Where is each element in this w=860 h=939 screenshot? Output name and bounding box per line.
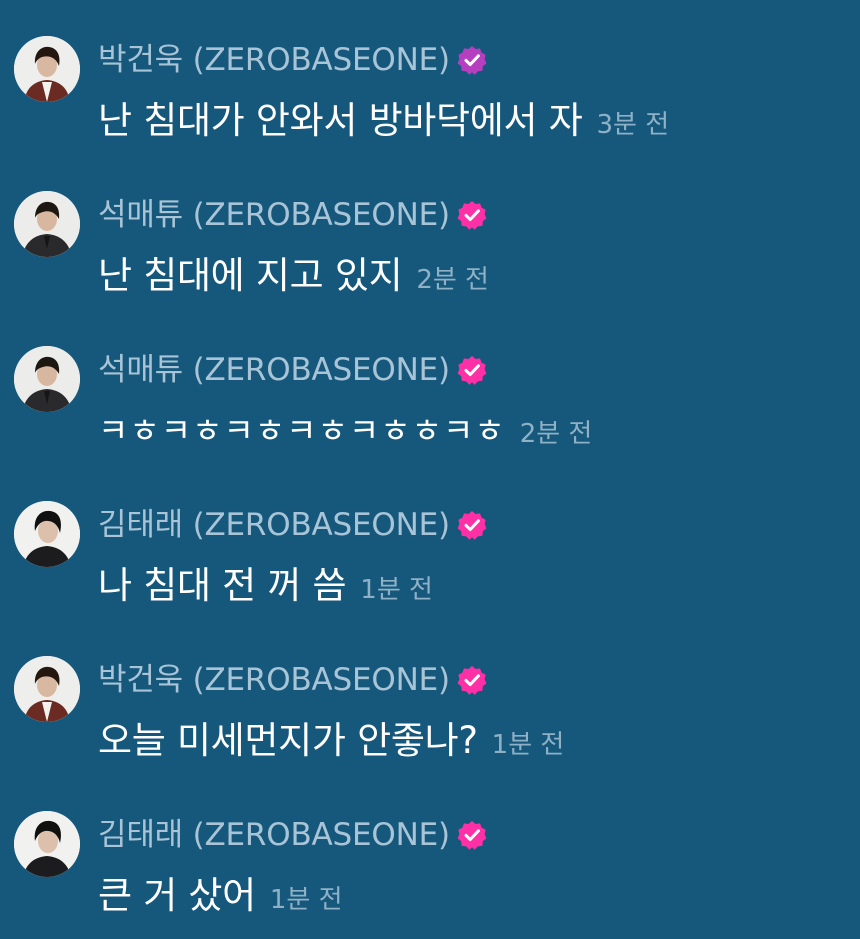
- avatar[interactable]: [14, 346, 80, 412]
- message-text: 나 침대 전 꺼 씀: [98, 564, 347, 607]
- avatar-photo-icon: [14, 36, 80, 102]
- chat-message: 박건욱 (ZEROBASEONE) 난 침대가 안와서 방바닥에서 자 3분 전: [0, 0, 860, 142]
- verified-badge-icon: [456, 819, 488, 851]
- chat-message: 석매튜 (ZEROBASEONE) ㅋㅎㅋㅎㅋㅎㅋㅎㅋㅎㅎㅋㅎ 2분 전: [0, 310, 860, 450]
- chat-message: 석매튜 (ZEROBASEONE) 난 침대에 지고 있지 2분 전: [0, 155, 860, 297]
- message-timestamp: 1분 전: [491, 730, 565, 760]
- verified-badge-icon: [456, 509, 488, 541]
- avatar-photo-icon: [14, 656, 80, 722]
- avatar[interactable]: [14, 811, 80, 877]
- message-timestamp: 1분 전: [269, 885, 343, 915]
- avatar[interactable]: [14, 656, 80, 722]
- message-timestamp: 1분 전: [360, 575, 433, 605]
- chat-message: 김태래 (ZEROBASEONE) 나 침대 전 꺼 씀 1분 전: [0, 465, 860, 607]
- sender-name[interactable]: 석매튜 (ZEROBASEONE): [98, 348, 450, 392]
- avatar-photo-icon: [14, 346, 80, 412]
- avatar-photo-icon: [14, 811, 80, 877]
- message-text: 난 침대에 지고 있지: [98, 254, 403, 297]
- avatar-photo-icon: [14, 191, 80, 257]
- chat-message-list: 박건욱 (ZEROBASEONE) 난 침대가 안와서 방바닥에서 자 3분 전: [0, 0, 860, 939]
- sender-name[interactable]: 김태래 (ZEROBASEONE): [98, 503, 450, 547]
- message-text: 오늘 미세먼지가 안좋나?: [98, 719, 478, 762]
- chat-message: 박건욱 (ZEROBASEONE) 오늘 미세먼지가 안좋나? 1분 전: [0, 620, 860, 762]
- avatar[interactable]: [14, 36, 80, 102]
- message-text: 난 침대가 안와서 방바닥에서 자: [98, 99, 583, 142]
- message-timestamp: 3분 전: [596, 110, 670, 140]
- message-timestamp: 2분 전: [416, 265, 489, 295]
- message-text: ㅋㅎㅋㅎㅋㅎㅋㅎㅋㅎㅎㅋㅎ: [98, 411, 506, 450]
- avatar-photo-icon: [14, 501, 80, 567]
- verified-badge-icon: [456, 664, 488, 696]
- avatar[interactable]: [14, 501, 80, 567]
- avatar[interactable]: [14, 191, 80, 257]
- sender-name[interactable]: 박건욱 (ZEROBASEONE): [98, 38, 450, 82]
- sender-name[interactable]: 석매튜 (ZEROBASEONE): [98, 193, 450, 237]
- sender-name[interactable]: 박건욱 (ZEROBASEONE): [98, 658, 450, 702]
- chat-message: 김태래 (ZEROBASEONE) 큰 거 샀어 1분 전: [0, 775, 860, 917]
- verified-badge-icon: [456, 199, 488, 231]
- verified-badge-icon: [456, 44, 488, 76]
- message-text: 큰 거 샀어: [98, 874, 256, 917]
- message-timestamp: 2분 전: [519, 419, 593, 449]
- verified-badge-icon: [456, 354, 488, 386]
- sender-name[interactable]: 김태래 (ZEROBASEONE): [98, 813, 450, 857]
